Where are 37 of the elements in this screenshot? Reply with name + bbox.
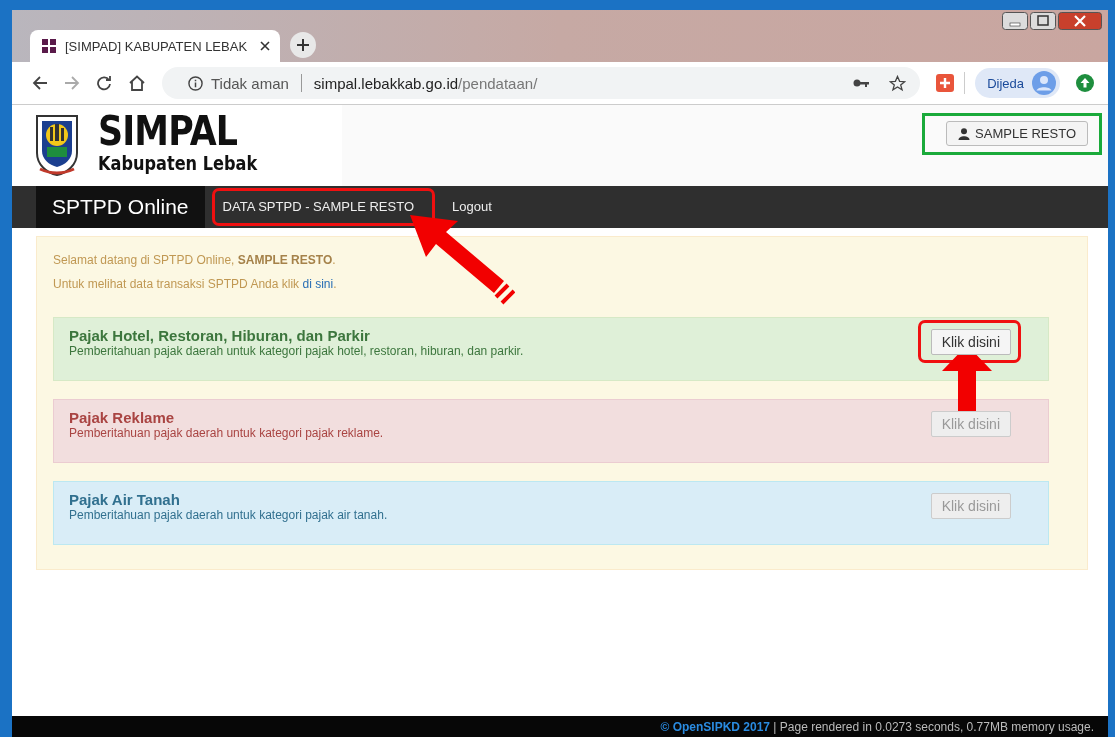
security-label: Tidak aman (211, 74, 289, 92)
profile-button[interactable]: Dijeda (975, 68, 1060, 98)
user-button[interactable]: SAMPLE RESTO (946, 121, 1088, 146)
logo-subtitle: Kabupaten Lebak (98, 154, 258, 173)
home-icon[interactable] (128, 75, 146, 91)
shield-emblem-icon (34, 113, 80, 177)
welcome-text: Selamat datang di SPTPD Online, SAMPLE RESTO. (53, 253, 337, 267)
minimize-icon[interactable] (1002, 12, 1028, 30)
logo-title: SIMPAL (98, 111, 239, 152)
url-text: simpal.lebakkab.go.id/pendataan/ (313, 74, 538, 92)
info-icon (188, 75, 203, 91)
address-bar[interactable]: Tidak aman simpal.lebakkab.go.id/pendataan/ (162, 67, 921, 99)
star-icon[interactable] (889, 74, 907, 92)
panel-description: Pemberitahuan pajak daerah untuk kategori pajak air tanah. (69, 508, 389, 522)
panel-description: Pemberitahuan pajak daerah untuk kategori pajak hotel, restoran, hiburan, dan parkir. (69, 344, 525, 358)
nav-link[interactable]: Logout (436, 186, 508, 228)
panel-title: Pajak Hotel, Restoran, Hiburan, dan Parkir (69, 327, 371, 344)
back-arrow-icon[interactable] (32, 75, 48, 91)
footer-text: © OpenSIPKD 2017 | Page rendered in 0.0273 seconds, 0.77MB memory usage. (660, 719, 1094, 734)
avatar-icon (1032, 71, 1056, 95)
close-icon[interactable] (1058, 12, 1102, 30)
new-tab-icon[interactable] (290, 32, 316, 58)
panel-title: Pajak Reklame (69, 409, 176, 426)
nav-link[interactable]: DATA SPTPD - SAMPLE RESTO (210, 187, 436, 227)
open-button[interactable]: Klik disini (930, 329, 1011, 355)
grid-icon (42, 39, 56, 53)
close-icon[interactable] (260, 41, 270, 51)
plus-extension-icon[interactable] (936, 74, 955, 92)
maximize-icon[interactable] (1030, 12, 1056, 30)
key-icon[interactable] (853, 78, 870, 88)
panel-title: Pajak Air Tanah (69, 491, 181, 508)
reload-icon[interactable] (96, 75, 112, 91)
brand-link[interactable]: SPTPD Online (36, 186, 205, 228)
browser-tab[interactable]: [SIMPAD] KABUPATEN LEBAK (30, 30, 280, 62)
hint-text: Untuk melihat data transaksi SPTPD Anda klik di sini. (53, 277, 338, 291)
panel-description: Pemberitahuan pajak daerah untuk kategori pajak reklame. (69, 426, 385, 440)
user-icon (958, 127, 971, 140)
